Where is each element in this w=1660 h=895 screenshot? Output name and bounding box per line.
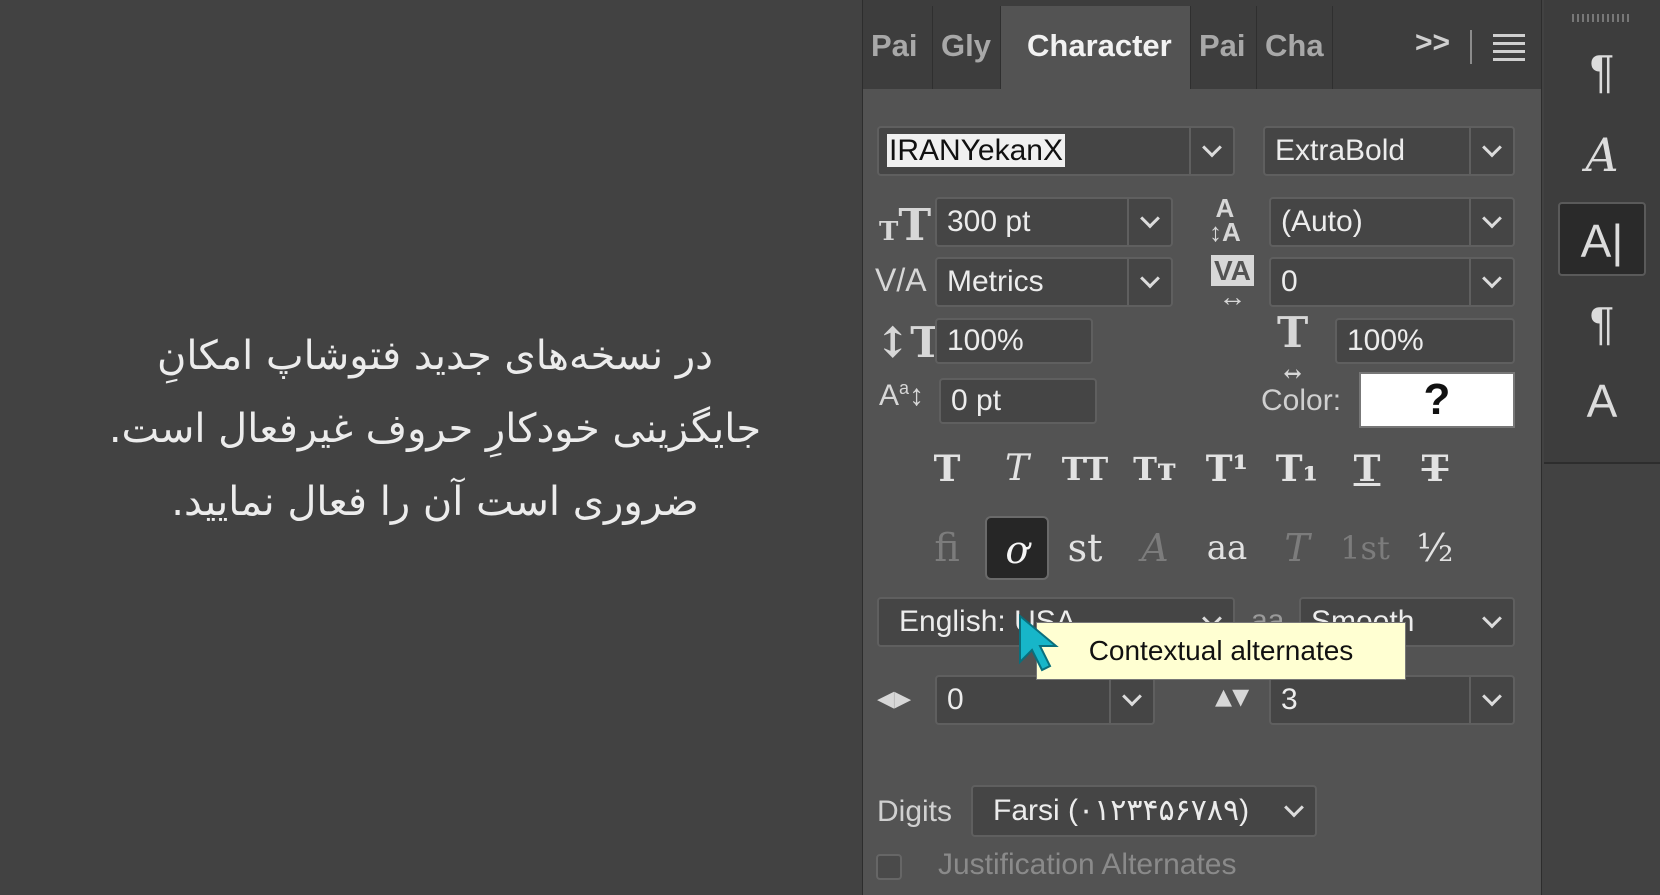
- baseline-shift-icon: Aa↕: [879, 378, 925, 412]
- tab-character-styles[interactable]: Cha: [1257, 6, 1333, 89]
- font-family-dropdown[interactable]: [1189, 128, 1233, 174]
- color-swatch[interactable]: ?: [1359, 372, 1515, 428]
- digits-value: Farsi (۰۱۲۳۴۵۶۷۸۹): [993, 794, 1250, 827]
- character-icon[interactable]: A|: [1558, 202, 1646, 276]
- vertical-scale-field[interactable]: 100%: [935, 318, 1093, 364]
- tracking-icon: VA ↔: [1211, 255, 1254, 311]
- chevron-down-icon: [1140, 208, 1160, 229]
- font-size-icon: TT: [879, 200, 932, 251]
- kashida-right-field[interactable]: 3: [1269, 675, 1515, 725]
- chevron-down-icon: [1482, 208, 1502, 229]
- vertical-scale-value: 100%: [947, 324, 1024, 357]
- chevron-down-icon: [1482, 608, 1502, 629]
- leading-field[interactable]: (Auto): [1269, 197, 1515, 247]
- caption-text: در نسخه‌های جدید فتوشاپ امکانِ جایگزینی …: [30, 320, 840, 539]
- antialias-dropdown[interactable]: [1471, 599, 1513, 645]
- leading-dropdown[interactable]: [1469, 199, 1513, 245]
- font-family-value: IRANYekanX: [887, 134, 1065, 167]
- kashida-left-value: 0: [947, 683, 964, 716]
- tab-character[interactable]: Character: [1001, 6, 1191, 89]
- caption-line-1: در نسخه‌های جدید فتوشاپ امکانِ: [157, 333, 713, 379]
- strip-background: [1544, 464, 1660, 895]
- paragraph-icon[interactable]: ¶: [1558, 286, 1646, 360]
- kerning-dropdown[interactable]: [1127, 259, 1171, 305]
- caption-line-3: ضروری است آن را فعال نمایید.: [171, 479, 699, 525]
- tab-paragraph-styles[interactable]: Pai: [1191, 6, 1257, 89]
- underline-button[interactable]: T: [1335, 444, 1399, 494]
- kerning-field[interactable]: Metrics: [935, 257, 1173, 307]
- font-size-field[interactable]: 300 pt: [935, 197, 1173, 247]
- digits-select[interactable]: Farsi (۰۱۲۳۴۵۶۷۸۹): [971, 785, 1317, 837]
- tab-divider: [1470, 30, 1472, 64]
- mouse-cursor-icon: [1016, 612, 1062, 679]
- font-style-value: ExtraBold: [1275, 134, 1406, 167]
- chevron-down-icon: [1482, 137, 1502, 158]
- character-panel: Pai Gly Character Pai Cha >> IRANYekanX …: [862, 0, 1542, 895]
- fractions-button[interactable]: ½: [1403, 516, 1467, 580]
- kashida-right-dropdown[interactable]: [1469, 677, 1513, 723]
- baseline-shift-value: 0 pt: [951, 384, 1002, 417]
- faux-italic-button[interactable]: T: [985, 444, 1049, 494]
- stylistic-alternates-button[interactable]: aa: [1195, 516, 1259, 580]
- tracking-value: 0: [1281, 265, 1298, 298]
- caption-line-2: جایگزینی خودکارِ حروف غیرفعال است.: [108, 406, 762, 452]
- discretionary-ligatures-button[interactable]: st: [1053, 516, 1117, 580]
- panel-tab-bar: Pai Gly Character Pai Cha >>: [863, 0, 1541, 89]
- subscript-button[interactable]: T₁: [1265, 444, 1329, 494]
- leading-value: (Auto): [1281, 205, 1363, 238]
- diacritics-position-icon: ▴▾: [1215, 677, 1250, 715]
- tracking-dropdown[interactable]: [1469, 259, 1513, 305]
- kashida-insertion-icon: ◂▸: [877, 679, 912, 717]
- faux-bold-button[interactable]: T: [915, 444, 979, 494]
- contextual-alternates-button[interactable]: ơ: [985, 516, 1049, 580]
- kashida-right-value: 3: [1281, 683, 1298, 716]
- paragraph-styles-icon[interactable]: ¶: [1558, 34, 1646, 108]
- font-style-dropdown[interactable]: [1469, 128, 1513, 174]
- chevron-down-icon: [1122, 686, 1142, 707]
- small-caps-button[interactable]: Tт: [1123, 444, 1187, 494]
- all-caps-button[interactable]: TT: [1053, 444, 1117, 494]
- character-styles-icon[interactable]: A: [1558, 364, 1646, 438]
- more-tabs-button[interactable]: >>: [1415, 26, 1450, 60]
- tab-glyphs[interactable]: Gly: [933, 6, 1001, 89]
- kerning-icon: V/A: [875, 262, 927, 298]
- chevron-down-icon: [1482, 268, 1502, 289]
- digits-label: Digits: [877, 795, 953, 828]
- justification-alternates-label: Justification Alternates: [938, 848, 1237, 881]
- strikethrough-button[interactable]: T: [1403, 444, 1467, 494]
- chevron-down-icon: [1140, 268, 1160, 289]
- glyphs-icon[interactable]: A: [1558, 118, 1646, 192]
- justification-alternates-checkbox[interactable]: [876, 854, 902, 880]
- digits-dropdown[interactable]: [1273, 787, 1315, 835]
- tooltip: Contextual alternates: [1036, 622, 1406, 680]
- chevron-down-icon: [1202, 137, 1222, 158]
- titling-alternates-button[interactable]: T: [1265, 516, 1329, 580]
- tracking-field[interactable]: 0: [1269, 257, 1515, 307]
- kashida-left-dropdown[interactable]: [1109, 677, 1153, 723]
- tab-paragraph[interactable]: Pai: [863, 6, 933, 89]
- kashida-left-field[interactable]: 0: [935, 675, 1155, 725]
- panel-menu-icon[interactable]: [1493, 34, 1525, 66]
- font-size-dropdown[interactable]: [1127, 199, 1171, 245]
- standard-ligatures-button[interactable]: fi: [915, 516, 979, 580]
- baseline-shift-field[interactable]: 0 pt: [939, 378, 1097, 424]
- horizontal-scale-icon: T ↔: [1277, 308, 1309, 388]
- color-label: Color:: [1261, 384, 1342, 417]
- horizontal-scale-value: 100%: [1347, 324, 1424, 357]
- strip-grip[interactable]: [1572, 14, 1630, 22]
- leading-icon: A ↕A: [1209, 193, 1241, 247]
- horizontal-scale-field[interactable]: 100%: [1335, 318, 1515, 364]
- vertical-scale-icon: ↕T: [875, 318, 942, 367]
- kerning-value: Metrics: [947, 265, 1044, 298]
- chevron-down-icon: [1284, 797, 1304, 818]
- font-size-value: 300 pt: [947, 205, 1031, 238]
- chevron-down-icon: [1482, 686, 1502, 707]
- swash-button[interactable]: A: [1123, 516, 1187, 580]
- ordinals-button[interactable]: 1st: [1333, 516, 1397, 580]
- font-style-select[interactable]: ExtraBold: [1263, 126, 1515, 176]
- font-family-select[interactable]: IRANYekanX: [877, 126, 1235, 176]
- superscript-button[interactable]: T¹: [1195, 444, 1259, 494]
